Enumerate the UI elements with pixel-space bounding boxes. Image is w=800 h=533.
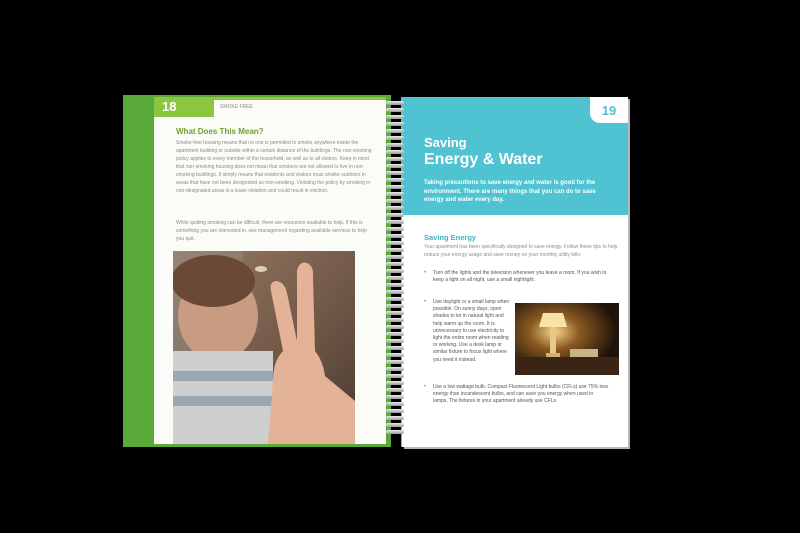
spiral-ring — [386, 185, 404, 189]
left-paragraph-1: Smoke-free housing means that no one is … — [176, 140, 372, 194]
spiral-ring — [386, 402, 404, 406]
spiral-ring — [386, 227, 404, 231]
section-intro: Your apartment has been specifically des… — [424, 244, 618, 258]
spiral-ring — [386, 290, 404, 294]
spiral-ring — [386, 416, 404, 420]
spiral-ring — [386, 346, 404, 350]
spiral-ring — [386, 276, 404, 280]
spiral-ring — [386, 374, 404, 378]
bullet-text: Turn off the lights and the television w… — [433, 270, 607, 284]
spiral-ring — [386, 199, 404, 203]
spiral-ring — [386, 297, 404, 301]
bullet-item: • Turn off the lights and the television… — [424, 270, 609, 284]
spiral-ring — [386, 108, 404, 112]
bullet-dot-icon: • — [424, 299, 427, 305]
spiral-ring — [386, 318, 404, 322]
spiral-ring — [386, 101, 404, 105]
bullet-text: Use a low wattage bulb. Compact Fluoresc… — [433, 384, 609, 405]
spiral-ring — [386, 241, 404, 245]
spiral-ring — [386, 192, 404, 196]
spiral-ring — [386, 395, 404, 399]
spiral-ring — [386, 381, 404, 385]
right-page: 19 Saving Energy & Water Taking precauti… — [402, 97, 628, 447]
spiral-ring — [386, 220, 404, 224]
lamp-photo — [515, 303, 619, 375]
spiral-ring — [386, 234, 404, 238]
spiral-ring — [386, 150, 404, 154]
title-line-1: Saving — [424, 135, 467, 150]
intro-text: Taking precautions to save energy and wa… — [424, 180, 596, 203]
open-booklet: 18 SMOKE FREE What Does This Mean? Smoke… — [120, 93, 630, 448]
spiral-ring — [386, 122, 404, 126]
spiral-ring — [386, 129, 404, 133]
spiral-ring — [386, 353, 404, 357]
spiral-ring — [386, 157, 404, 161]
left-page: 18 SMOKE FREE What Does This Mean? Smoke… — [154, 97, 386, 444]
spiral-ring — [386, 213, 404, 217]
spiral-ring — [386, 325, 404, 329]
title-line-2: Energy & Water — [424, 151, 543, 168]
spiral-ring — [386, 367, 404, 371]
spiral-ring — [386, 423, 404, 427]
spiral-ring — [386, 409, 404, 413]
spiral-ring — [386, 332, 404, 336]
bullet-dot-icon: • — [424, 270, 427, 276]
spiral-ring — [386, 304, 404, 308]
bullet-text: Use daylight or a small lamp when possib… — [433, 299, 510, 363]
spiral-ring — [386, 430, 404, 434]
spiral-ring — [386, 171, 404, 175]
bullet-item: • Use daylight or a small lamp when poss… — [424, 299, 511, 364]
spiral-ring — [386, 164, 404, 168]
spiral-ring — [386, 269, 404, 273]
spiral-ring — [386, 178, 404, 182]
spiral-ring — [386, 283, 404, 287]
spiral-ring — [386, 339, 404, 343]
spiral-ring — [386, 360, 404, 364]
bullet-dot-icon: • — [424, 384, 427, 390]
spiral-ring — [386, 115, 404, 119]
spiral-binding — [386, 101, 404, 441]
spiral-ring — [386, 311, 404, 315]
spiral-ring — [386, 136, 404, 140]
right-page-number: 19 — [590, 97, 628, 123]
spiral-ring — [386, 248, 404, 252]
left-running-head: SMOKE FREE — [214, 97, 386, 117]
bullet-item: • Use a low wattage bulb. Compact Fluore… — [424, 384, 609, 406]
child-hand-photo — [173, 251, 355, 444]
spiral-ring — [386, 206, 404, 210]
left-paragraph-2: While quitting smoking can be difficult,… — [176, 220, 367, 242]
section-heading: Saving Energy — [424, 233, 477, 242]
spiral-ring — [386, 262, 404, 266]
left-heading: What Does This Mean? — [176, 127, 264, 136]
left-page-number: 18 — [154, 97, 214, 117]
spiral-ring — [386, 143, 404, 147]
spiral-ring — [386, 255, 404, 259]
spiral-ring — [386, 388, 404, 392]
